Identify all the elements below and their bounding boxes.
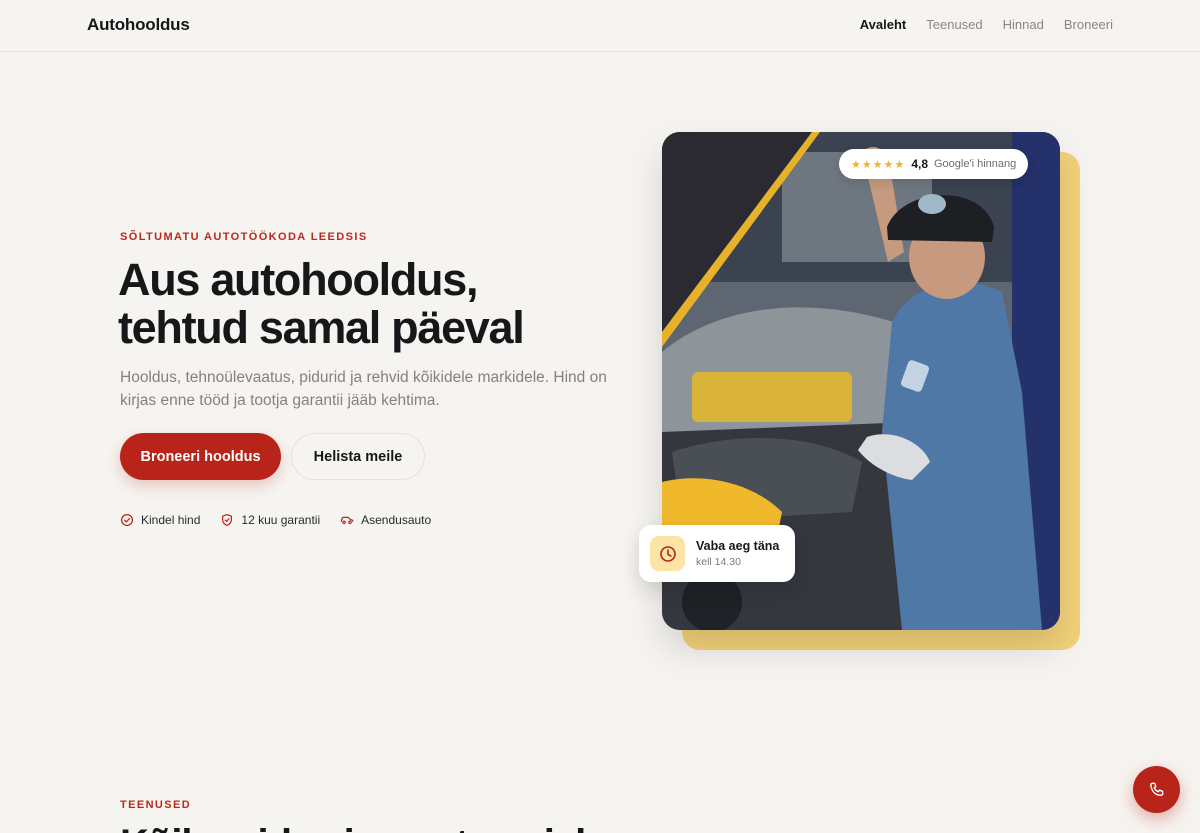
feature-list: Kindel hind 12 kuu garantii Asendusauto bbox=[120, 513, 431, 527]
hero-eyebrow: SÕLTUMATU AUTOTÖÖKODA LEEDSIS bbox=[120, 231, 368, 243]
feature-fixed-price: Kindel hind bbox=[120, 513, 200, 527]
hero-headline-line-2: tehtud samal päeval bbox=[118, 302, 525, 353]
feature-warranty: 12 kuu garantii bbox=[220, 513, 320, 527]
hero-lead-text: Hooldus, tehnoülevaatus, pidurid ja rehv… bbox=[120, 369, 607, 409]
services-title: Kõik, mida sinu auto vajab bbox=[120, 822, 600, 833]
shield-check-icon bbox=[222, 513, 233, 527]
feature-label: Kindel hind bbox=[141, 513, 201, 527]
star-rating-icons: ★★★★★ bbox=[851, 158, 906, 171]
services-eyebrow: TEENUSED bbox=[120, 799, 192, 811]
feature-replacement-car: Asendusauto bbox=[340, 513, 431, 527]
feature-label: 12 kuu garantii bbox=[241, 513, 321, 527]
nav-link-prices[interactable]: Hinnad bbox=[1003, 17, 1044, 32]
slot-time: kell 14.30 bbox=[696, 556, 741, 568]
book-service-button[interactable]: Broneeri hooldus bbox=[120, 433, 281, 480]
call-us-button[interactable]: Helista meile bbox=[291, 433, 425, 480]
nav-link-booking[interactable]: Broneeri bbox=[1064, 17, 1113, 32]
google-rating-badge: ★★★★★ 4,8 Google'i hinnang bbox=[839, 149, 1029, 179]
phone-icon bbox=[1149, 782, 1163, 796]
slot-title: Vaba aeg täna bbox=[696, 539, 780, 553]
hero-headline: Aus autohooldus, tehtud samal päeval bbox=[118, 256, 638, 352]
floating-call-button[interactable] bbox=[1133, 766, 1180, 813]
feature-label: Asendusauto bbox=[361, 513, 432, 527]
brand-logo[interactable]: Autohooldus bbox=[87, 15, 190, 35]
rating-score: 4,8 bbox=[911, 157, 928, 171]
available-slot-card: Vaba aeg täna kell 14.30 bbox=[639, 525, 795, 582]
check-circle-icon bbox=[120, 513, 134, 527]
main-nav: Avaleht Teenused Hinnad Broneeri bbox=[860, 17, 1113, 32]
hero-headline-line-1: Aus autohooldus, bbox=[118, 254, 478, 305]
rating-label: Google'i hinnang bbox=[934, 158, 1017, 170]
nav-link-services[interactable]: Teenused bbox=[926, 17, 982, 32]
top-navigation-bar: Autohooldus Avaleht Teenused Hinnad Bron… bbox=[0, 0, 1200, 52]
clock-icon bbox=[650, 536, 685, 571]
nav-link-home[interactable]: Avaleht bbox=[860, 17, 906, 32]
car-icon bbox=[340, 516, 354, 525]
